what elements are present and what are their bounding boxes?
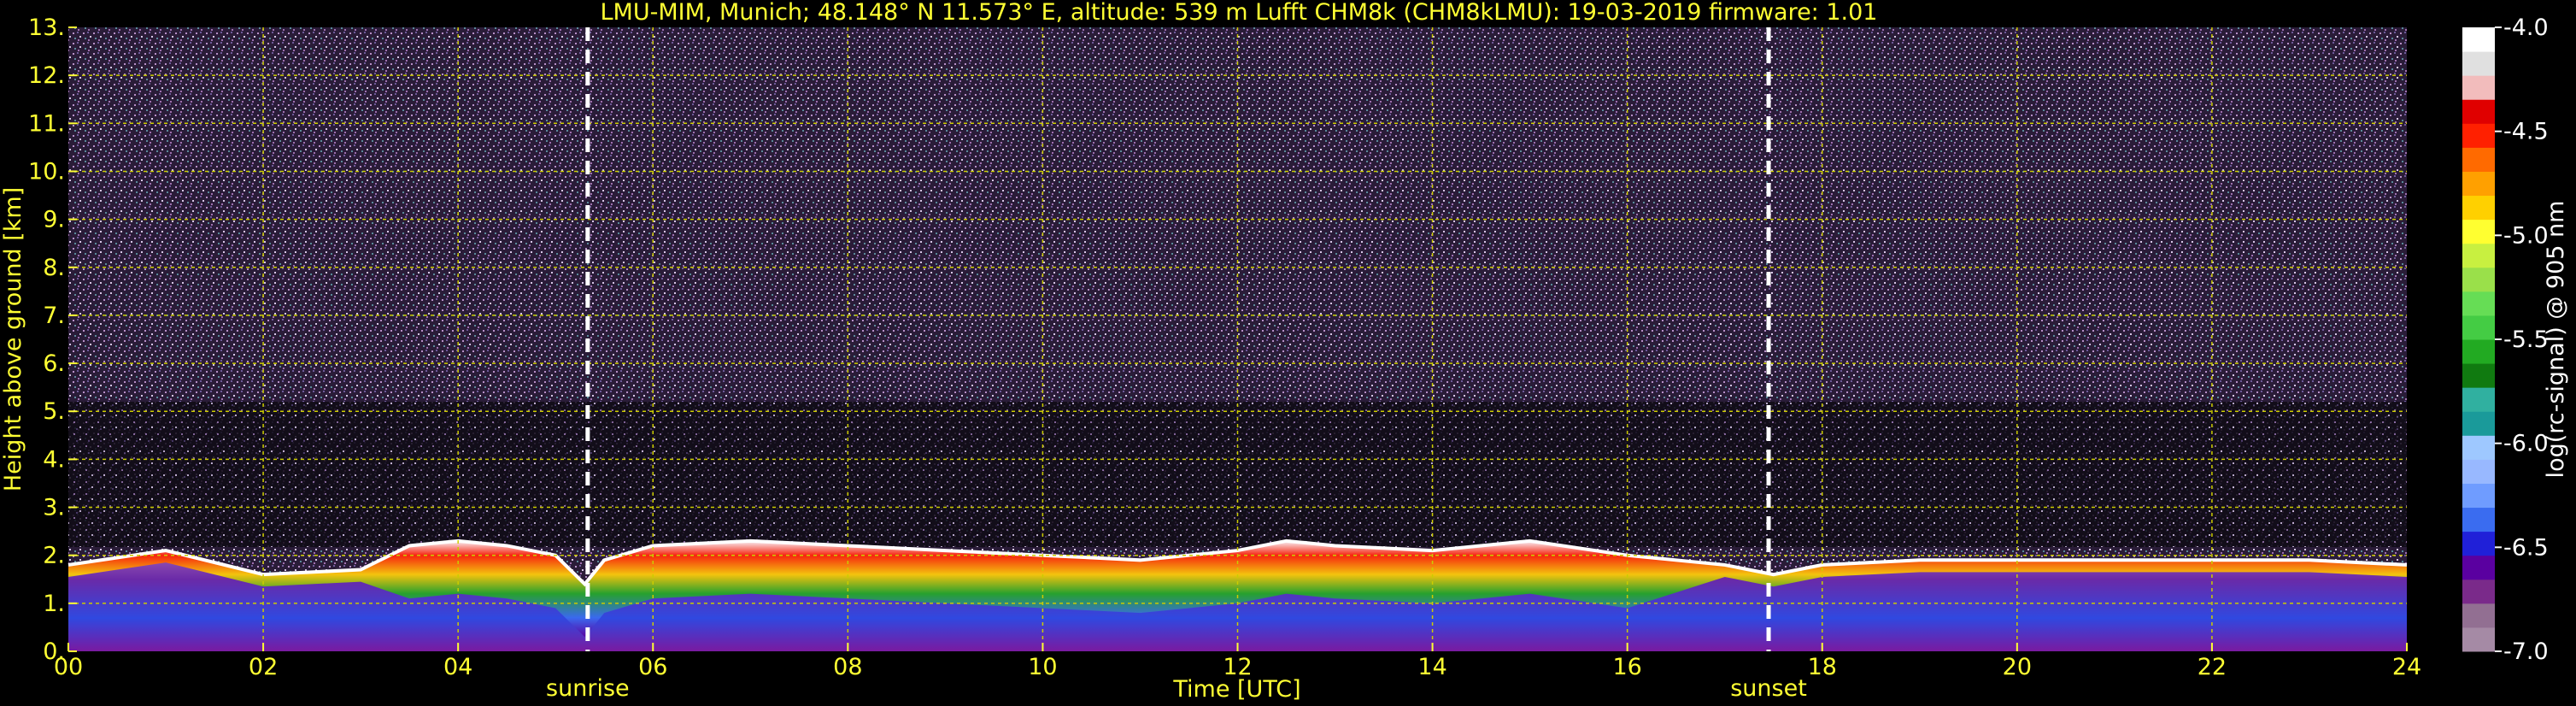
- colorbar-swatch: [2462, 363, 2495, 388]
- colorbar-swatch: [2462, 411, 2495, 436]
- sunset-label: sunset: [1730, 675, 1807, 702]
- colorbar-tick-label: -5.0: [2503, 222, 2549, 249]
- x-tick-label: 04: [443, 654, 472, 680]
- colorbar-tick-label: -4.0: [2503, 15, 2549, 41]
- colorbar-swatch: [2462, 435, 2495, 460]
- colorbar-tick-label: -7.0: [2503, 638, 2549, 665]
- x-tick-label: 22: [2198, 654, 2227, 680]
- colorbar-swatch: [2462, 627, 2495, 652]
- colorbar-swatch: [2462, 195, 2495, 221]
- x-tick-label: 24: [2392, 654, 2421, 680]
- colorbar-swatch: [2462, 315, 2495, 340]
- y-tick-label: 6.: [43, 350, 65, 377]
- colorbar-tick-label: -6.0: [2503, 431, 2549, 457]
- x-tick-label: 08: [833, 654, 862, 680]
- colorbar-label: log(rc-signal) @ 905 nm: [2543, 201, 2569, 479]
- x-axis-label: Time [UTC]: [1172, 676, 1300, 703]
- colorbar-swatch: [2462, 555, 2495, 580]
- x-tick-label: 06: [638, 654, 667, 680]
- colorbar-swatch: [2462, 579, 2495, 604]
- colorbar-tick-label: -4.5: [2503, 119, 2549, 145]
- x-tick-label: 10: [1028, 654, 1057, 680]
- colorbar-swatch: [2462, 387, 2495, 412]
- colorbar-swatch: [2462, 171, 2495, 197]
- y-tick-label: 13.: [28, 15, 65, 41]
- colorbar-swatch: [2462, 267, 2495, 292]
- colorbar-swatch: [2462, 123, 2495, 148]
- x-tick-label: 14: [1417, 654, 1446, 680]
- colorbar-swatch: [2462, 75, 2495, 100]
- colorbar-swatch: [2462, 291, 2495, 316]
- y-tick-label: 10.: [28, 158, 65, 185]
- y-tick-label: 1.: [43, 591, 65, 617]
- y-tick-label: 9.: [43, 207, 65, 233]
- y-tick-label: 11.: [28, 110, 65, 137]
- sunrise-label: sunrise: [546, 675, 630, 702]
- colorbar-swatch: [2462, 603, 2495, 628]
- colorbar: -4.0 -4.5 -5.0 -5.5 -6.0 -6.5 -7.0: [2462, 15, 2549, 665]
- colorbar-swatch: [2462, 219, 2495, 244]
- y-tick-label: 4.: [43, 446, 65, 473]
- y-tick-label: 2.: [43, 543, 65, 569]
- colorbar-swatch: [2462, 531, 2495, 556]
- colorbar-tick-label: -5.5: [2503, 327, 2549, 353]
- y-tick-label: 8.: [43, 255, 65, 281]
- colorbar-swatch: [2462, 51, 2495, 76]
- y-axis-label: Height above ground [km]: [0, 187, 26, 491]
- x-tick-label: 20: [2003, 654, 2032, 680]
- x-tick-label: 16: [1612, 654, 1641, 680]
- x-tick-label: 02: [249, 654, 278, 680]
- colorbar-swatch: [2462, 483, 2495, 509]
- x-tick-label: 18: [1808, 654, 1837, 680]
- colorbar-swatch: [2462, 339, 2495, 364]
- chart-title: LMU-MIM, Munich; 48.148° N 11.573° E, al…: [601, 0, 1878, 26]
- y-tick-label: 0.: [43, 638, 65, 665]
- y-tick-label: 12.: [28, 62, 65, 89]
- colorbar-swatch: [2462, 243, 2495, 268]
- ceilometer-chart: LMU-MIM, Munich; 48.148° N 11.573° E, al…: [0, 0, 2569, 703]
- colorbar-swatch: [2462, 27, 2495, 52]
- colorbar-swatch: [2462, 99, 2495, 124]
- y-tick-label: 7.: [43, 303, 65, 329]
- y-tick-label: 3.: [43, 495, 65, 521]
- colorbar-swatch: [2462, 459, 2495, 484]
- colorbar-swatch: [2462, 507, 2495, 532]
- colorbar-tick-label: -6.5: [2503, 534, 2549, 561]
- y-tick-label: 5.: [43, 398, 65, 425]
- colorbar-swatch: [2462, 147, 2495, 172]
